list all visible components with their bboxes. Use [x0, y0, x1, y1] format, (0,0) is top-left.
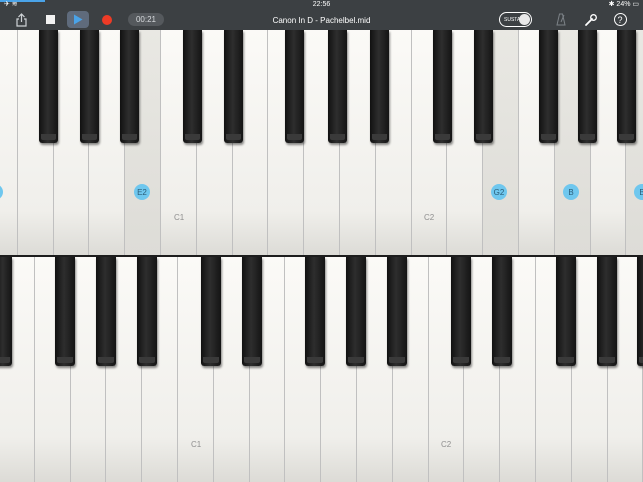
status-bar: ✈ ≋ 22:56 ✱ 24% ▭ [0, 0, 643, 9]
black-key[interactable] [578, 30, 597, 143]
black-key[interactable] [39, 30, 58, 143]
black-key[interactable] [637, 257, 643, 366]
black-key[interactable] [539, 30, 558, 143]
play-icon [74, 14, 83, 25]
black-key[interactable] [387, 257, 407, 366]
black-key[interactable] [285, 30, 304, 143]
note-highlight-badge: B [563, 184, 579, 200]
black-key[interactable] [328, 30, 347, 143]
black-key[interactable] [96, 257, 116, 366]
metronome-button[interactable] [554, 11, 568, 28]
time-display: 00:21 [128, 13, 164, 26]
status-time: 22:56 [312, 1, 331, 8]
stop-button[interactable] [41, 11, 59, 28]
octave-label: C1 [191, 440, 202, 449]
white-key[interactable] [0, 30, 18, 256]
black-key[interactable] [201, 257, 221, 366]
note-highlight-badge: E2 [134, 184, 150, 200]
keyboard-upper: B0E2G2BBC1C2 [0, 30, 643, 256]
help-button[interactable]: ? [612, 11, 628, 28]
battery-indicator: ✱ 24% ▭ [608, 1, 639, 8]
black-key[interactable] [80, 30, 99, 143]
sustain-toggle[interactable]: SUSTAIN [499, 12, 532, 27]
note-highlight-badge: B [634, 184, 643, 200]
black-key[interactable] [556, 257, 576, 366]
black-key[interactable] [242, 257, 262, 366]
black-key[interactable] [224, 30, 243, 143]
metronome-icon [556, 13, 566, 26]
black-key[interactable] [120, 30, 139, 143]
keyboard-lower: C1 C2 [0, 257, 643, 482]
help-icon: ? [613, 13, 627, 26]
toolbar: 00:21 SUSTAIN ? [0, 9, 643, 30]
stop-icon [45, 15, 55, 24]
black-key[interactable] [346, 257, 366, 366]
share-button[interactable] [12, 11, 30, 28]
octave-label: C2 [424, 213, 435, 222]
black-key[interactable] [597, 257, 617, 366]
octave-label: C1 [174, 213, 185, 222]
black-key[interactable] [0, 257, 12, 366]
black-key[interactable] [183, 30, 202, 143]
share-icon [15, 12, 27, 27]
black-key[interactable] [55, 257, 75, 366]
black-key[interactable] [451, 257, 471, 366]
sustain-knob [519, 14, 530, 25]
octave-label: C2 [441, 440, 452, 449]
black-key[interactable] [433, 30, 452, 143]
black-key[interactable] [617, 30, 636, 143]
record-button[interactable] [98, 11, 116, 28]
settings-button[interactable] [583, 11, 599, 28]
record-icon [102, 14, 112, 25]
black-key[interactable] [492, 257, 512, 366]
black-key[interactable] [370, 30, 389, 143]
black-key[interactable] [474, 30, 493, 143]
note-highlight-badge: G2 [491, 184, 507, 200]
black-key[interactable] [305, 257, 325, 366]
black-key[interactable] [137, 257, 157, 366]
play-button[interactable] [67, 11, 89, 28]
wrench-icon [585, 13, 597, 26]
